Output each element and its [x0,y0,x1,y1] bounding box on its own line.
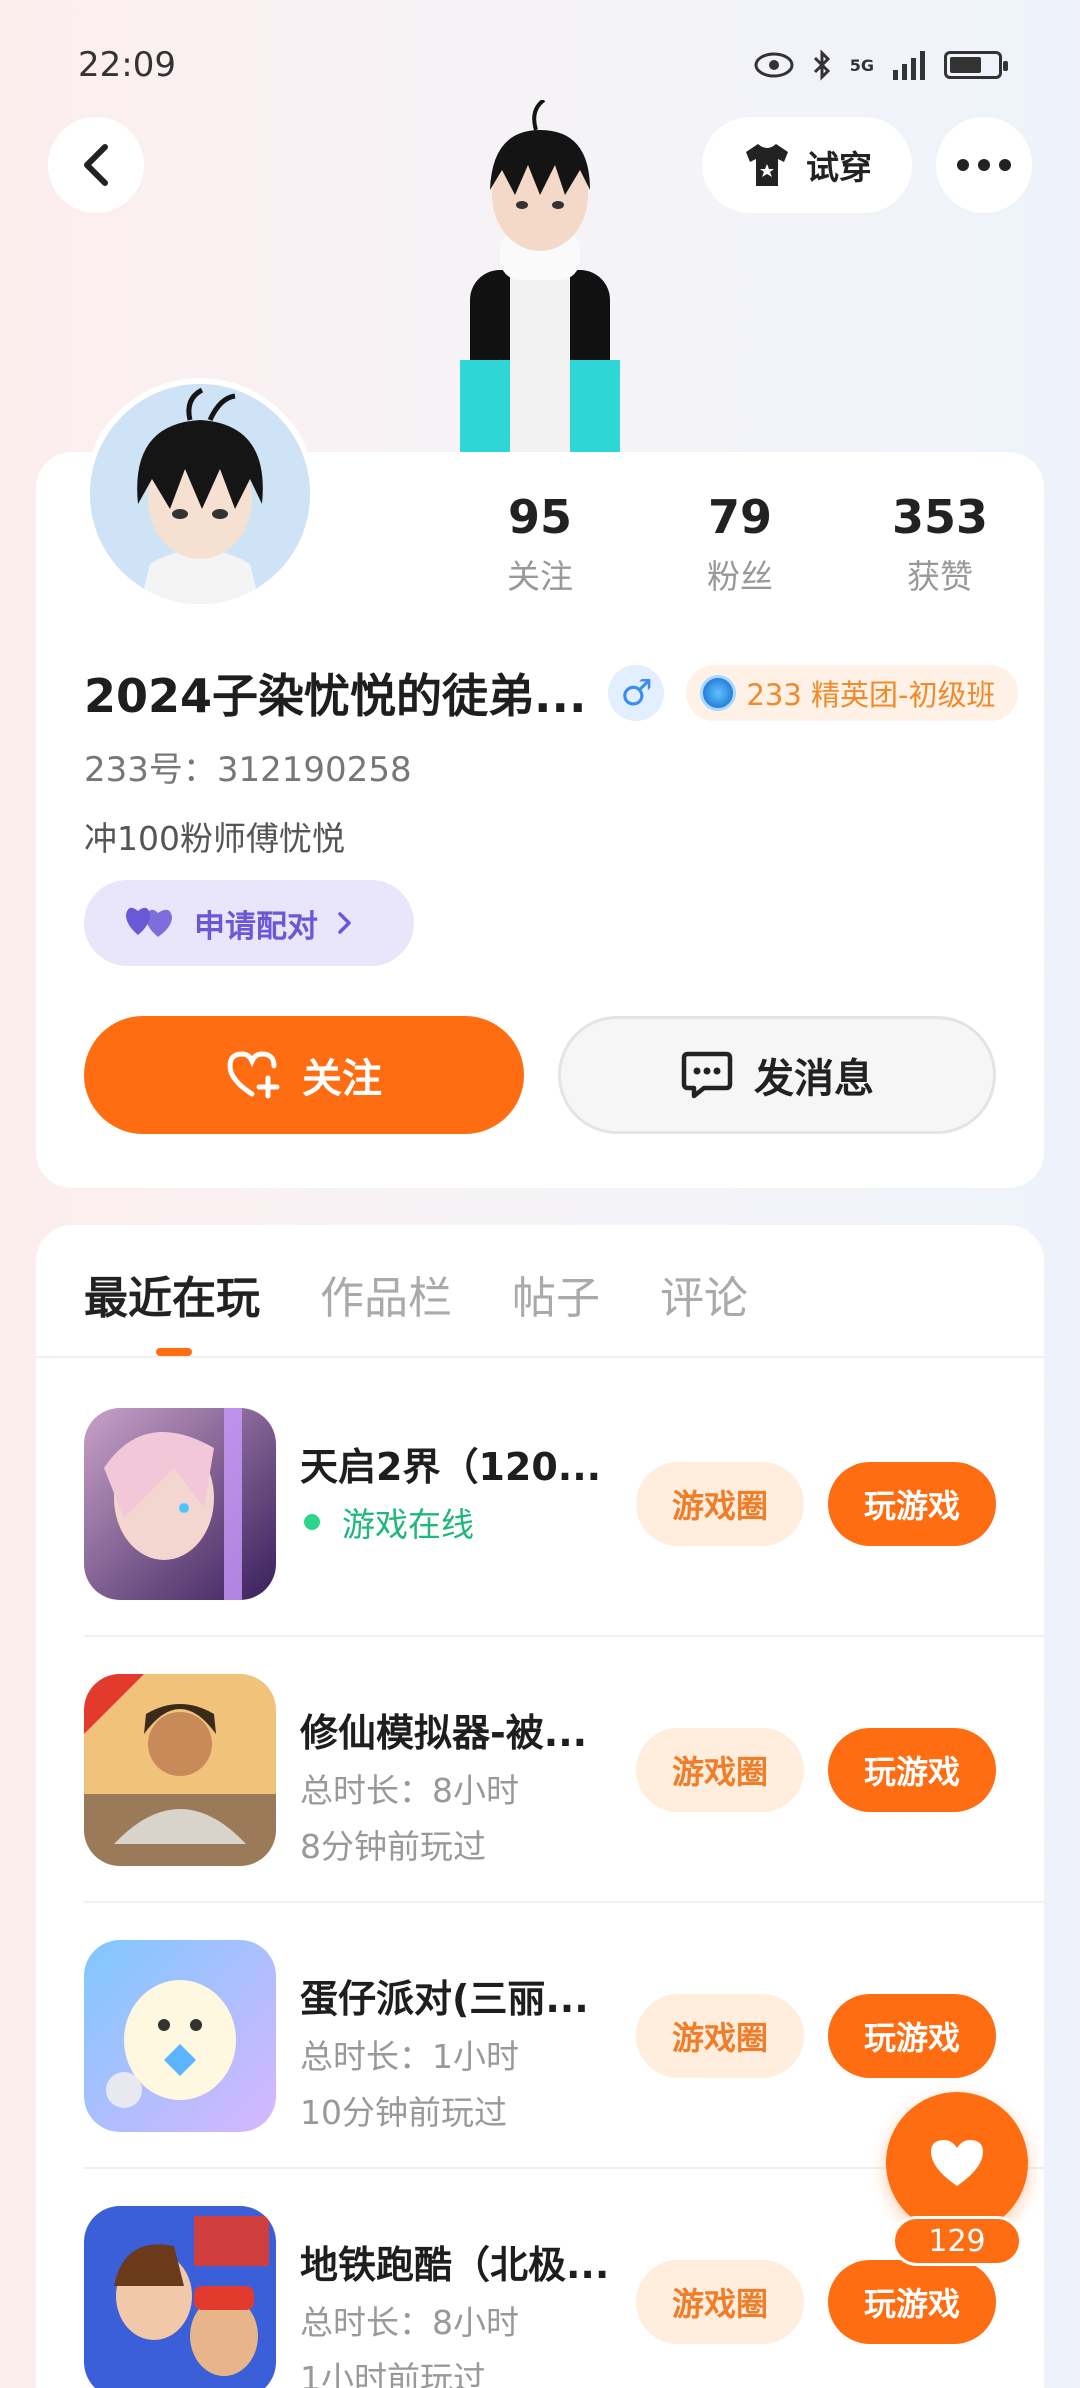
online-status: 游戏在线 [304,1498,474,1546]
status-text: 游戏在线 [342,1505,474,1544]
follow-button[interactable]: 关注 [84,1016,524,1134]
game-circle-button[interactable]: 游戏圈 [636,1994,804,2078]
try-on-label: 试穿 [806,148,872,187]
message-label: 发消息 [754,1056,874,1102]
try-on-button[interactable]: 试穿 [702,117,912,213]
hearts-icon [126,907,172,937]
play-game-button[interactable]: 玩游戏 [828,1994,996,2078]
heart-plus-icon [227,1051,280,1099]
username: 2024子染忧悦的徒弟... [84,669,587,723]
chevron-right-icon [338,912,351,934]
divider [36,1356,1044,1358]
play-game-button[interactable]: 玩游戏 [828,1728,996,1812]
avatar[interactable] [84,378,316,610]
game-icon [84,1940,276,2132]
tab-recently-played[interactable]: 最近在玩 [84,1262,260,1326]
online-dot-icon [304,1514,320,1530]
chevron-left-icon [84,144,108,186]
user-bio: 冲100粉师傅忧悦 [84,819,345,858]
name-row: 2024子染忧悦的徒弟... ♂ 233 精英团-初级班 [84,660,1018,726]
stat-label: 粉丝 [707,557,773,596]
game-title: 天启2界（120... [300,1445,602,1489]
tab-posts[interactable]: 帖子 [512,1262,600,1326]
status-icons: 5G [754,49,1008,81]
tab-works[interactable]: 作品栏 [320,1262,452,1326]
stat-likes[interactable]: 353 获赞 [840,490,1040,598]
follow-label: 关注 [302,1056,382,1102]
play-duration: 总时长：1小时 [300,2037,519,2076]
stat-value: 95 [507,490,572,544]
active-tab-indicator [156,1348,192,1356]
shirt-icon [746,144,788,186]
last-played: 10分钟前玩过 [300,2093,507,2132]
play-duration: 总时长：8小时 [300,1771,519,1810]
divider [84,1635,1044,1637]
more-button[interactable] [936,117,1032,213]
more-dots-icon [957,159,1011,171]
floating-like-button[interactable] [886,2092,1028,2234]
game-title: 蛋仔派对(三丽... [300,1977,589,2021]
stat-following[interactable]: 95 关注 [440,490,640,598]
game-icon [84,1674,276,1866]
request-pair-button[interactable]: 申请配对 [84,880,414,966]
play-duration: 总时长：8小时 [300,2303,519,2342]
chat-bubble-icon [681,1051,733,1099]
stat-label: 关注 [507,557,573,596]
profile-tabs: 最近在玩 作品栏 帖子 评论 [84,1262,748,1326]
like-count: 129 [892,2216,1022,2266]
battery-icon [944,51,1008,79]
user-id: 233号：312190258 [84,750,412,790]
bluetooth-icon [813,49,830,81]
game-icon [84,2206,276,2388]
game-circle-button[interactable]: 游戏圈 [636,2260,804,2344]
pair-label: 申请配对 [194,908,318,945]
stat-value: 353 [891,490,989,544]
status-bar: 22:09 5G [78,40,1008,90]
game-title: 地铁跑酷（北极... [300,2243,610,2287]
last-played: 8分钟前玩过 [300,1827,486,1866]
badge-medal-icon [700,675,737,711]
game-title: 修仙模拟器-被... [300,1711,588,1755]
heart-icon [931,2140,983,2186]
game-icon [84,1408,276,1600]
play-game-button[interactable]: 玩游戏 [828,1462,996,1546]
clock: 22:09 [78,45,176,85]
avatar-image [90,384,310,604]
divider [84,1901,1044,1903]
profile-stats: 95 关注 79 粉丝 353 获赞 [440,490,1040,598]
game-circle-button[interactable]: 游戏圈 [636,1728,804,1812]
avatar-3d-character [460,100,620,455]
play-game-button[interactable]: 玩游戏 [828,2260,996,2344]
elite-group-badge[interactable]: 233 精英团-初级班 [686,665,1018,721]
signal-icon [893,51,925,80]
game-circle-button[interactable]: 游戏圈 [636,1462,804,1546]
network-label: 5G [849,55,874,75]
eye-icon [754,52,794,78]
badge-label: 233 精英团-初级班 [746,678,996,712]
tab-comments[interactable]: 评论 [660,1262,748,1326]
last-played: 1小时前玩过 [300,2359,486,2388]
back-button[interactable] [48,117,144,213]
stat-value: 79 [707,490,772,544]
male-gender-icon: ♂ [608,665,665,721]
stat-followers[interactable]: 79 粉丝 [640,490,840,598]
stat-label: 获赞 [907,557,973,596]
send-message-button[interactable]: 发消息 [558,1016,996,1134]
